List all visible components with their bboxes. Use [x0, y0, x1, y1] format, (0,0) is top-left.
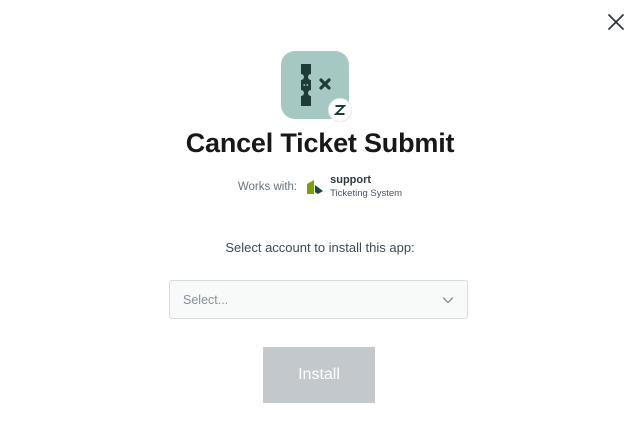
app-title: Cancel Ticket Submit — [185, 128, 455, 158]
chevron-down-icon — [442, 297, 454, 304]
install-button[interactable]: Install — [263, 347, 375, 403]
product-name: support — [330, 174, 372, 186]
zendesk-icon — [329, 99, 351, 121]
install-app-modal: Cancel Ticket Submit Works with: support… — [0, 0, 640, 434]
account-select-placeholder: Select... — [183, 293, 229, 307]
product-subtitle: Ticketing System — [330, 188, 403, 199]
zendesk-support-icon — [307, 180, 324, 194]
close-icon[interactable] — [605, 11, 627, 33]
account-select[interactable]: Select... — [169, 280, 468, 319]
product-info: support Ticketing System — [330, 174, 402, 200]
works-with: Works with: support Ticketing System — [0, 172, 640, 202]
select-account-prompt: Select account to install this app: — [225, 240, 415, 255]
works-with-label: Works with: — [237, 181, 298, 193]
